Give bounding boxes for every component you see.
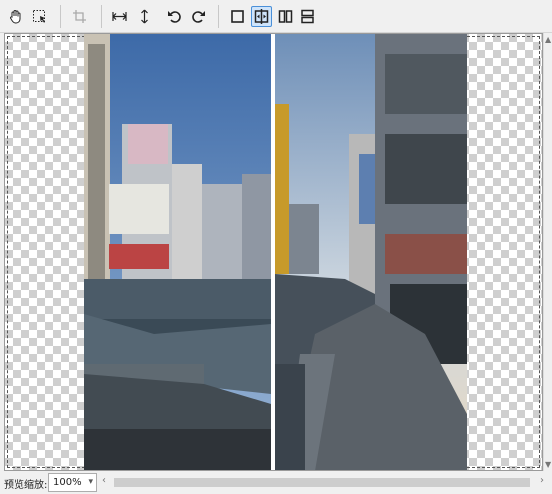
- rotate-right-button[interactable]: [188, 6, 209, 27]
- horizontal-scroll-thumb[interactable]: [114, 478, 530, 487]
- fit-width-button[interactable]: [109, 6, 130, 27]
- preview-canvas[interactable]: [4, 33, 543, 471]
- zoom-select[interactable]: 100% ▾: [48, 473, 97, 492]
- vertical-arrows-icon: [141, 9, 148, 24]
- rotate-right-icon: [192, 11, 205, 23]
- scroll-down-arrow-icon[interactable]: ▼: [545, 460, 551, 469]
- marquee-select-icon: [33, 10, 45, 23]
- zoom-value: 100%: [53, 477, 82, 488]
- chevron-down-icon: ▾: [88, 477, 93, 487]
- rotate-left-button[interactable]: [164, 6, 185, 27]
- scroll-up-arrow-icon[interactable]: ▲: [545, 35, 551, 44]
- preview-image-processed: [275, 34, 467, 470]
- hand-icon: [10, 10, 21, 24]
- single-view-icon: [231, 10, 244, 23]
- zoom-label: 预览缩放:: [4, 480, 48, 491]
- hand-tool-button[interactable]: [5, 6, 26, 27]
- toolbar-separator: [101, 5, 102, 28]
- side-by-side-icon: [278, 10, 293, 23]
- select-tool-button[interactable]: [29, 6, 50, 27]
- stacked-view-icon: [301, 9, 314, 24]
- split-compare-icon: [254, 9, 269, 24]
- cityscape-photo-left: [84, 34, 271, 470]
- view-split-button[interactable]: [251, 6, 272, 27]
- crop-icon: [73, 10, 86, 23]
- toolbar: [0, 0, 552, 33]
- scroll-right-arrow-icon[interactable]: ›: [540, 475, 544, 486]
- scroll-left-arrow-icon[interactable]: ‹: [102, 475, 106, 486]
- cityscape-photo-right: [275, 34, 467, 470]
- horizontal-scrollbar[interactable]: ‹ ›: [100, 475, 546, 489]
- view-single-button[interactable]: [227, 6, 248, 27]
- status-bar: 预览缩放: 100% ▾ ‹ ›: [0, 471, 552, 494]
- view-stacked-button[interactable]: [297, 6, 318, 27]
- crop-tool-button[interactable]: [69, 6, 90, 27]
- rotate-left-icon: [168, 11, 181, 23]
- toolbar-separator: [218, 5, 219, 28]
- vertical-scrollbar[interactable]: ▲ ▼: [543, 33, 552, 471]
- horizontal-arrows-icon: [112, 12, 127, 21]
- view-side-by-side-button[interactable]: [275, 6, 296, 27]
- toolbar-separator: [60, 5, 61, 28]
- preview-image-original: [84, 34, 271, 470]
- fit-height-button[interactable]: [134, 6, 155, 27]
